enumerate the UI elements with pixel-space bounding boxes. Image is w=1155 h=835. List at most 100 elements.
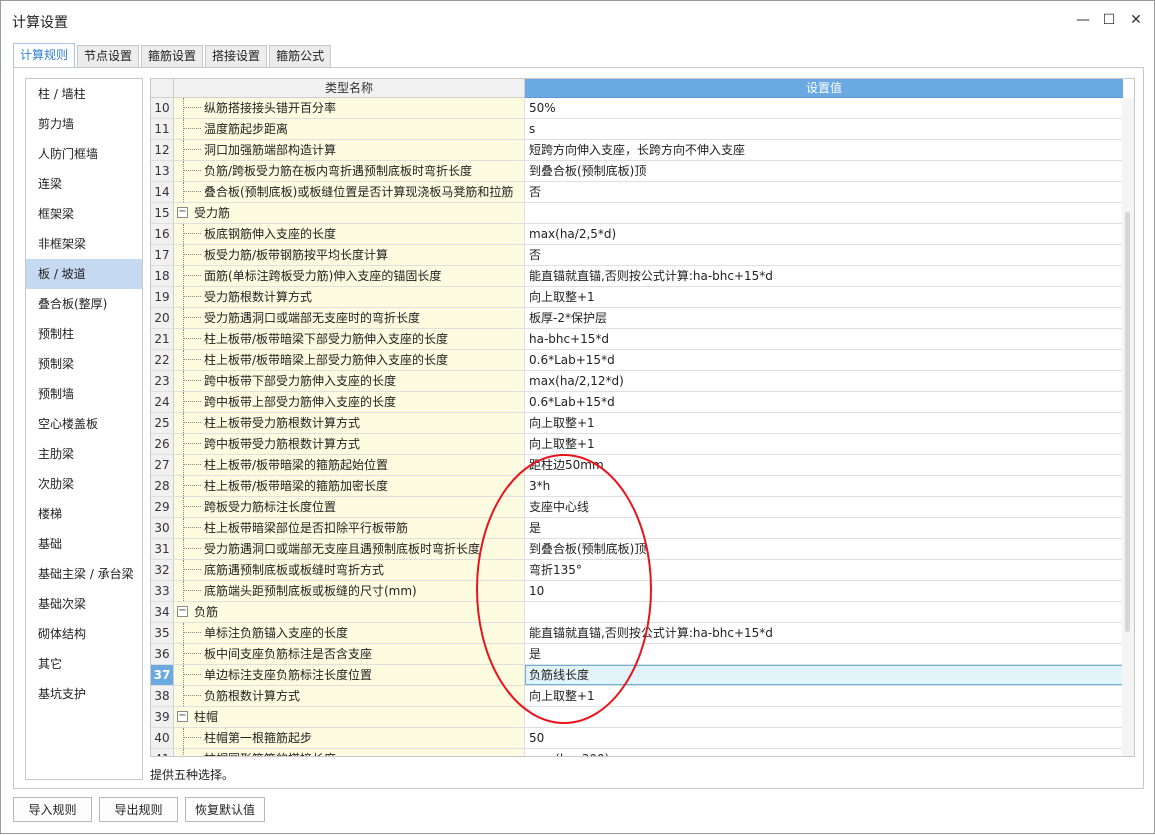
maximize-button[interactable]: ☐ bbox=[1098, 9, 1120, 31]
setting-value-cell[interactable]: 向上取整+1 bbox=[525, 287, 1123, 307]
setting-value-cell[interactable]: 能直锚就直锚,否则按公式计算:ha-bhc+15*d bbox=[525, 623, 1123, 643]
setting-value-cell[interactable]: 是 bbox=[525, 518, 1123, 538]
table-row[interactable]: 27 柱上板带/板带暗梁的箍筋起始位置 距柱边50mm bbox=[151, 455, 1134, 476]
setting-value-cell[interactable]: 3*h bbox=[525, 476, 1123, 496]
sidebar-item[interactable]: 非框架梁 bbox=[26, 229, 142, 259]
vertical-scrollbar[interactable] bbox=[1122, 98, 1134, 756]
table-row[interactable]: 14 叠合板(预制底板)或板缝位置是否计算现浇板马凳筋和拉筋否 bbox=[151, 182, 1134, 203]
table-row[interactable]: 18 面筋(单标注跨板受力筋)伸入支座的锚固长度 能直锚就直锚,否则按公式计算:ha… bbox=[151, 266, 1134, 287]
table-row[interactable]: 26 跨中板带受力筋根数计算方式 向上取整+1 bbox=[151, 434, 1134, 455]
table-row[interactable]: 23 跨中板带下部受力筋伸入支座的长度 max(ha/2,12*d) bbox=[151, 371, 1134, 392]
setting-value-cell[interactable] bbox=[525, 203, 1123, 223]
sidebar-item[interactable]: 基坑支护 bbox=[26, 679, 142, 709]
tab-node-settings[interactable]: 节点设置 bbox=[77, 45, 140, 67]
sidebar-item[interactable]: 空心楼盖板 bbox=[26, 409, 142, 439]
sidebar-item[interactable]: 预制梁 bbox=[26, 349, 142, 379]
setting-value-cell[interactable]: 距柱边50mm bbox=[525, 455, 1123, 475]
sidebar-item[interactable]: 基础 bbox=[26, 529, 142, 559]
setting-value-cell[interactable]: 否 bbox=[525, 182, 1123, 202]
group-row[interactable]: 15− 受力筋 bbox=[151, 203, 1134, 224]
table-row[interactable]: 29 跨板受力筋标注长度位置 支座中心线 bbox=[151, 497, 1134, 518]
table-row[interactable]: 37 单边标注支座负筋标注长度位置 负筋线长度 bbox=[151, 665, 1134, 686]
table-row[interactable]: 21 柱上板带/板带暗梁下部受力筋伸入支座的长度 ha-bhc+15*d bbox=[151, 329, 1134, 350]
setting-value-cell[interactable]: ha-bhc+15*d bbox=[525, 329, 1123, 349]
setting-value-cell[interactable]: 50 bbox=[525, 728, 1123, 748]
setting-value-cell[interactable]: max(ha/2,12*d) bbox=[525, 371, 1123, 391]
tab-lap-settings[interactable]: 搭接设置 bbox=[205, 45, 268, 67]
sidebar-item[interactable]: 柱 / 墙柱 bbox=[26, 79, 142, 109]
setting-value-cell[interactable]: 负筋线长度 bbox=[525, 665, 1123, 685]
setting-value-cell[interactable]: 弯折135° bbox=[525, 560, 1123, 580]
setting-value-cell[interactable]: 到叠合板(预制底板)顶 bbox=[525, 161, 1123, 181]
setting-value-cell[interactable]: 0.6*Lab+15*d bbox=[525, 350, 1123, 370]
sidebar-item[interactable]: 人防门框墙 bbox=[26, 139, 142, 169]
table-row[interactable]: 10 纵筋搭接接头错开百分率 50% bbox=[151, 98, 1134, 119]
table-row[interactable]: 32 底筋遇预制底板或板缝时弯折方式 弯折135° bbox=[151, 560, 1134, 581]
table-row[interactable]: 12 洞口加强筋端部构造计算 短跨方向伸入支座，长跨方向不伸入支座 bbox=[151, 140, 1134, 161]
table-row[interactable]: 31 受力筋遇洞口或端部无支座且遇预制底板时弯折长度 到叠合板(预制底板)顶 bbox=[151, 539, 1134, 560]
setting-value-cell[interactable]: 向上取整+1 bbox=[525, 434, 1123, 454]
table-row[interactable]: 16 板底钢筋伸入支座的长度 max(ha/2,5*d) bbox=[151, 224, 1134, 245]
setting-value-cell[interactable]: 0.6*Lab+15*d bbox=[525, 392, 1123, 412]
sidebar-item[interactable]: 基础次梁 bbox=[26, 589, 142, 619]
sidebar-item[interactable]: 连梁 bbox=[26, 169, 142, 199]
setting-value-cell[interactable]: 是 bbox=[525, 644, 1123, 664]
table-row[interactable]: 22 柱上板带/板带暗梁上部受力筋伸入支座的长度 0.6*Lab+15*d bbox=[151, 350, 1134, 371]
table-row[interactable]: 33 底筋端头距预制底板或板缝的尺寸(mm) 10 bbox=[151, 581, 1134, 602]
setting-value-cell[interactable]: 向上取整+1 bbox=[525, 413, 1123, 433]
table-row[interactable]: 40 柱帽第一根箍筋起步 50 bbox=[151, 728, 1134, 749]
collapse-icon[interactable]: − bbox=[177, 207, 188, 218]
tab-stirrup-formula[interactable]: 箍筋公式 bbox=[269, 45, 332, 67]
table-row[interactable]: 24 跨中板带上部受力筋伸入支座的长度 0.6*Lab+15*d bbox=[151, 392, 1134, 413]
sidebar-item[interactable]: 预制墙 bbox=[26, 379, 142, 409]
table-row[interactable]: 19 受力筋根数计算方式 向上取整+1 bbox=[151, 287, 1134, 308]
setting-value-cell[interactable]: 10 bbox=[525, 581, 1123, 601]
setting-value-cell[interactable] bbox=[525, 707, 1123, 727]
sidebar-item[interactable]: 叠合板(整厚) bbox=[26, 289, 142, 319]
tab-calculation-rules[interactable]: 计算规则 bbox=[13, 43, 76, 67]
setting-value-cell[interactable]: 支座中心线 bbox=[525, 497, 1123, 517]
setting-value-cell[interactable]: 能直锚就直锚,否则按公式计算:ha-bhc+15*d bbox=[525, 266, 1123, 286]
table-row[interactable]: 20 受力筋遇洞口或端部无支座时的弯折长度 板厚-2*保护层 bbox=[151, 308, 1134, 329]
import-rules-button[interactable]: 导入规则 bbox=[13, 797, 92, 822]
tab-stirrup-settings[interactable]: 箍筋设置 bbox=[141, 45, 204, 67]
group-row[interactable]: 39− 柱帽 bbox=[151, 707, 1134, 728]
scrollbar-thumb[interactable] bbox=[1125, 212, 1130, 632]
table-row[interactable]: 38 负筋根数计算方式 向上取整+1 bbox=[151, 686, 1134, 707]
setting-value-cell[interactable]: 到叠合板(预制底板)顶 bbox=[525, 539, 1123, 559]
sidebar-item[interactable]: 其它 bbox=[26, 649, 142, 679]
minimize-button[interactable]: — bbox=[1072, 9, 1094, 31]
table-row[interactable]: 41 柱帽圆形箍筋的搭接长度 max(lae,300) bbox=[151, 749, 1134, 756]
setting-value-cell[interactable]: s bbox=[525, 119, 1123, 139]
sidebar-item[interactable]: 剪力墙 bbox=[26, 109, 142, 139]
export-rules-button[interactable]: 导出规则 bbox=[99, 797, 178, 822]
table-row[interactable]: 11 温度筋起步距离 s bbox=[151, 119, 1134, 140]
collapse-icon[interactable]: − bbox=[177, 711, 188, 722]
group-row[interactable]: 34− 负筋 bbox=[151, 602, 1134, 623]
setting-value-cell[interactable]: 向上取整+1 bbox=[525, 686, 1123, 706]
sidebar-item[interactable]: 楼梯 bbox=[26, 499, 142, 529]
restore-defaults-button[interactable]: 恢复默认值 bbox=[185, 797, 265, 822]
sidebar-item[interactable]: 主肋梁 bbox=[26, 439, 142, 469]
table-row[interactable]: 13 负筋/跨板受力筋在板内弯折遇预制底板时弯折长度 到叠合板(预制底板)顶 bbox=[151, 161, 1134, 182]
sidebar-item[interactable]: 次肋梁 bbox=[26, 469, 142, 499]
setting-value-cell[interactable]: 短跨方向伸入支座，长跨方向不伸入支座 bbox=[525, 140, 1123, 160]
table-row[interactable]: 17 板受力筋/板带钢筋按平均长度计算 否 bbox=[151, 245, 1134, 266]
setting-value-cell[interactable]: max(ha/2,5*d) bbox=[525, 224, 1123, 244]
table-row[interactable]: 35 单标注负筋锚入支座的长度 能直锚就直锚,否则按公式计算:ha-bhc+15*d bbox=[151, 623, 1134, 644]
setting-value-cell[interactable]: max(lae,300) bbox=[525, 749, 1123, 756]
setting-value-cell[interactable]: 板厚-2*保护层 bbox=[525, 308, 1123, 328]
setting-value-cell[interactable]: 50% bbox=[525, 98, 1123, 118]
table-row[interactable]: 30 柱上板带暗梁部位是否扣除平行板带筋 是 bbox=[151, 518, 1134, 539]
table-row[interactable]: 36 板中间支座负筋标注是否含支座 是 bbox=[151, 644, 1134, 665]
table-row[interactable]: 28 柱上板带/板带暗梁的箍筋加密长度 3*h bbox=[151, 476, 1134, 497]
sidebar-item[interactable]: 板 / 坡道 bbox=[26, 259, 142, 289]
sidebar-item[interactable]: 砌体结构 bbox=[26, 619, 142, 649]
collapse-icon[interactable]: − bbox=[177, 606, 188, 617]
sidebar-item[interactable]: 框架梁 bbox=[26, 199, 142, 229]
close-button[interactable]: ✕ bbox=[1125, 9, 1147, 31]
sidebar-item[interactable]: 预制柱 bbox=[26, 319, 142, 349]
setting-value-cell[interactable] bbox=[525, 602, 1123, 622]
table-row[interactable]: 25 柱上板带受力筋根数计算方式 向上取整+1 bbox=[151, 413, 1134, 434]
sidebar-item[interactable]: 基础主梁 / 承台梁 bbox=[26, 559, 142, 589]
